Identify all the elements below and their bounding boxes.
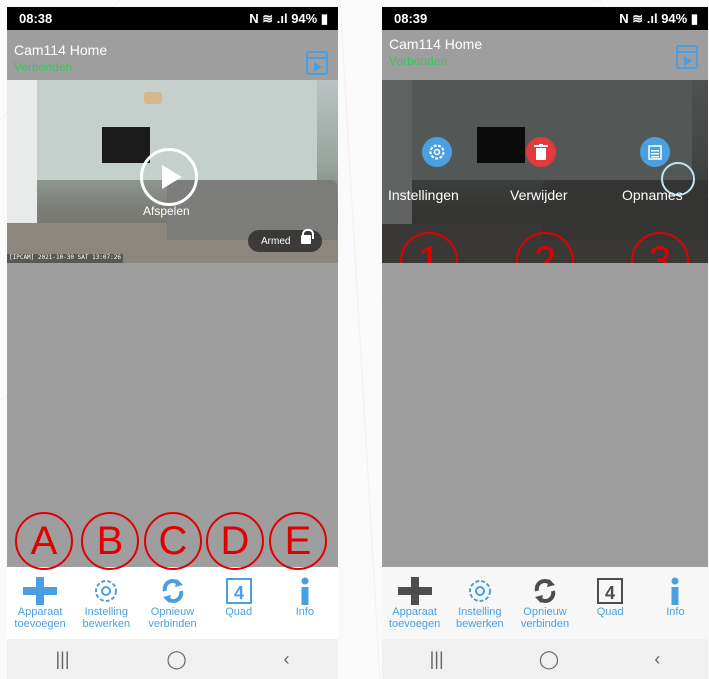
annotation-d: D [206, 512, 264, 570]
camera-title[interactable]: Cam114 Home [14, 42, 107, 58]
nav-quad[interactable]: 4 Quad [578, 567, 643, 639]
recordings-calendar-icon[interactable] [306, 51, 328, 75]
system-navigation-bar: ||| ◯ ‹ [382, 639, 708, 679]
info-icon [671, 577, 679, 605]
recent-apps-icon[interactable]: ||| [55, 649, 69, 670]
camera-header: Cam114 Home Verbonden [382, 30, 708, 80]
recent-apps-icon[interactable]: ||| [430, 649, 444, 670]
nav-add-device-label: Apparaat toevoegen [14, 606, 66, 630]
play-button[interactable] [140, 148, 198, 206]
nav-info[interactable]: Info [643, 567, 708, 639]
camera-header: Cam114 Home Verbonden [7, 30, 338, 80]
bottom-navigation: Apparaat toevoegen Instelling bewerken Opn… [382, 567, 708, 639]
status-bar: 08:39 N ≋ .ıl 94% ▮ [382, 7, 708, 30]
menu-settings-label[interactable]: Instellingen [388, 187, 459, 203]
camera-preview[interactable]: [IPCAM] 2021-10-30 SAT 13:07:26 Afspelen… [7, 80, 338, 263]
video-timestamp: [IPCAM] 2021-10-30 SAT 13:07:26 [7, 254, 123, 263]
nav-reconnect[interactable]: Opnieuw verbinden [512, 567, 577, 639]
connection-status: Verbonden [389, 54, 448, 68]
status-time: 08:38 [19, 11, 53, 26]
bottom-navigation: Apparaat toevoegen Instelling bewerken Opn… [7, 567, 338, 639]
nav-quad[interactable]: 4 Quad [206, 567, 272, 639]
nav-info[interactable]: Info [272, 567, 338, 639]
status-time: 08:39 [394, 11, 428, 26]
nav-info-label: Info [666, 606, 685, 618]
annotation-e: E [269, 512, 327, 570]
trash-icon[interactable] [526, 137, 556, 167]
annotation-b: B [81, 512, 139, 570]
back-icon[interactable]: ‹ [284, 649, 290, 670]
gear-icon[interactable] [422, 137, 452, 167]
info-icon [301, 577, 309, 605]
calendar-list-icon[interactable] [640, 137, 670, 167]
preview-tv [102, 127, 150, 163]
gear-icon [468, 580, 491, 602]
nav-reconnect[interactable]: Opnieuw verbinden [139, 567, 205, 639]
armed-label: Armed [261, 235, 291, 247]
menu-delete-label[interactable]: Verwijder [510, 187, 568, 203]
connection-status: Verbonden [14, 60, 73, 74]
lock-icon [301, 229, 314, 244]
plus-icon [397, 577, 432, 605]
empty-content-area [382, 263, 708, 567]
nav-edit-settings-label: Instelling bewerken [82, 606, 131, 630]
nav-reconnect-label: Opnieuw verbinden [148, 606, 197, 630]
gear-icon [95, 580, 118, 602]
nav-edit-settings[interactable]: Instelling bewerken [447, 567, 512, 639]
recordings-calendar-icon[interactable] [676, 45, 698, 69]
back-icon[interactable]: ‹ [654, 649, 660, 670]
svg-text:4: 4 [605, 583, 615, 603]
home-icon[interactable]: ◯ [166, 649, 186, 670]
quad-icon: 4 [597, 578, 624, 604]
annotation-c: C [144, 512, 202, 570]
status-icons: N ≋ .ıl 94% ▮ [249, 10, 328, 26]
preview-lamp [144, 92, 162, 104]
nav-edit-settings-label: Instelling bewerken [455, 606, 504, 630]
nav-add-device-label: Apparaat toevoegen [388, 606, 441, 630]
nav-add-device[interactable]: Apparaat toevoegen [7, 567, 73, 639]
play-label: Afspelen [143, 204, 190, 218]
phone-screenshot-left: 08:38 N ≋ .ıl 94% ▮ Cam114 Home Verbonde… [7, 7, 338, 679]
nav-info-label: Info [295, 606, 315, 618]
nav-edit-settings[interactable]: Instelling bewerken [73, 567, 139, 639]
nav-quad-label: Quad [225, 606, 253, 618]
status-bar: 08:38 N ≋ .ıl 94% ▮ [7, 7, 338, 30]
camera-title[interactable]: Cam114 Home [389, 36, 482, 52]
system-navigation-bar: ||| ◯ ‹ [7, 639, 338, 679]
phone-screenshot-right: 08:39 N ≋ .ıl 94% ▮ Cam114 Home Verbonde… [382, 7, 708, 679]
armed-toggle[interactable]: Armed [248, 229, 322, 252]
refresh-icon [534, 579, 556, 603]
nav-reconnect-label: Opnieuw verbinden [520, 606, 570, 630]
svg-text:4: 4 [234, 583, 244, 603]
plus-icon [23, 577, 58, 605]
refresh-icon [162, 579, 183, 603]
annotation-a: A [15, 512, 73, 570]
menu-recordings-label[interactable]: Opnames [622, 187, 683, 203]
home-icon[interactable]: ◯ [539, 649, 559, 670]
nav-quad-label: Quad [596, 606, 624, 618]
status-icons: N ≋ .ıl 94% ▮ [619, 10, 698, 26]
nav-add-device[interactable]: Apparaat toevoegen [382, 567, 447, 639]
quad-icon: 4 [225, 578, 252, 604]
